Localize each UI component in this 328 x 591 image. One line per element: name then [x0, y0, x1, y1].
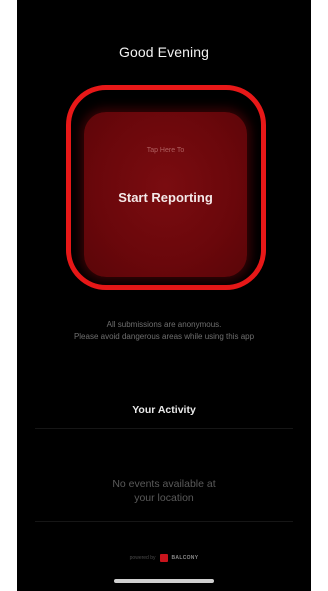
- safety-notice: Please avoid dangerous areas while using…: [73, 332, 255, 341]
- activity-divider-bottom: [35, 521, 293, 522]
- start-reporting-button[interactable]: Tap Here To Start Reporting: [84, 112, 247, 277]
- brand-logo-icon: [159, 554, 168, 562]
- your-activity-heading: Your Activity: [132, 404, 196, 416]
- app-screen: Good Evening Tap Here To Start Reporting…: [17, 0, 311, 591]
- start-reporting-label: Start Reporting: [118, 190, 213, 205]
- activity-divider-top: [35, 428, 293, 429]
- empty-activity-message-line2: your location: [134, 492, 194, 504]
- powered-by-footer: powered by BALCONY: [17, 554, 311, 562]
- anonymity-notice: All submissions are anonymous.: [106, 320, 222, 329]
- powered-by-label: powered by: [129, 555, 156, 561]
- home-indicator[interactable]: [114, 579, 214, 583]
- empty-activity-message-line1: No events available at: [112, 478, 216, 490]
- tap-hint-label: Tap Here To: [146, 147, 185, 154]
- greeting-title: Good Evening: [119, 44, 209, 60]
- brand-name: BALCONY: [171, 555, 199, 561]
